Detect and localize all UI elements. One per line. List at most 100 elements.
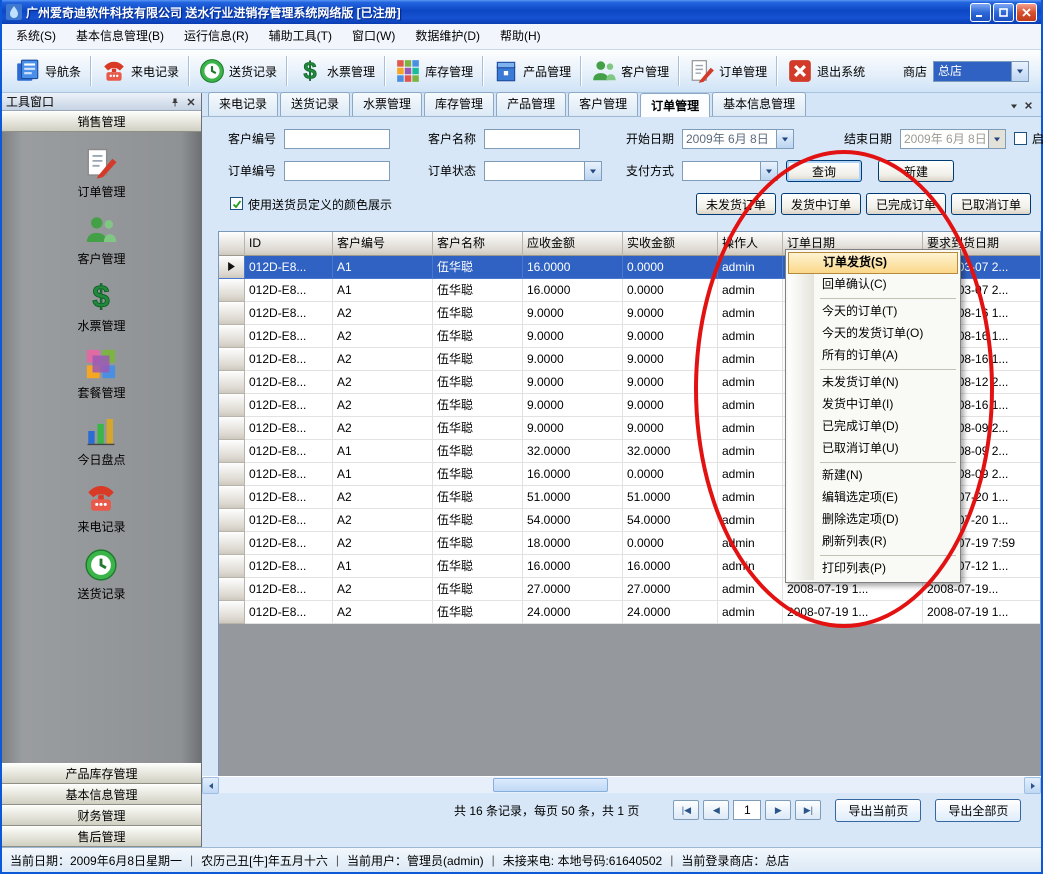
row-selector[interactable] [219, 463, 245, 486]
chevron-down-icon[interactable] [1011, 62, 1028, 81]
last-page-button[interactable]: ▶| [795, 800, 821, 820]
toolbar-button-3[interactable]: 送货记录 [192, 54, 284, 88]
row-selector[interactable] [219, 601, 245, 624]
start-date-picker[interactable]: 2009年 6月 8日 [682, 129, 794, 149]
driver-color-checkbox[interactable] [230, 197, 243, 210]
row-selector[interactable] [219, 440, 245, 463]
grid-column-header-1[interactable]: ID [245, 232, 333, 256]
sidebar-group-4[interactable]: 售后管理 [2, 826, 201, 847]
customer-code-input[interactable] [284, 129, 390, 149]
titlebar[interactable]: 广州爱奇迪软件科技有限公司 送水行业进销存管理系统网络版 [已注册] [2, 0, 1041, 24]
row-selector[interactable] [219, 394, 245, 417]
menubar-item-3[interactable]: 运行信息(R) [174, 24, 259, 49]
sidebar-item-2[interactable]: 客户管理 [77, 213, 125, 267]
context-menu-item-13[interactable]: 新建(N) [788, 465, 958, 487]
toolbar-button-1[interactable]: 导航条 [8, 54, 88, 88]
tab-5[interactable]: 产品管理 [496, 92, 566, 116]
tab-6[interactable]: 客户管理 [568, 92, 638, 116]
status-filter-button-1[interactable]: 未发货订单 [696, 193, 776, 215]
export-current-page-button[interactable]: 导出当前页 [835, 799, 921, 822]
tab-scroll-icon[interactable] [1010, 102, 1018, 113]
horizontal-scrollbar[interactable] [202, 776, 1041, 793]
table-row[interactable]: 012D-E8...A2伍华聪24.000024.0000admin2008-0… [219, 601, 1040, 624]
toolbar-button-8[interactable]: 订单管理 [682, 54, 774, 88]
context-menu-item-6[interactable]: 所有的订单(A) [788, 345, 958, 367]
scrollbar-track[interactable] [219, 777, 1024, 793]
context-menu-item-16[interactable]: 刷新列表(R) [788, 531, 958, 553]
scrollbar-thumb[interactable] [493, 778, 608, 792]
first-page-button[interactable]: |◀ [673, 800, 699, 820]
grid-column-header-2[interactable]: 客户编号 [333, 232, 433, 256]
chevron-down-icon[interactable] [988, 130, 1005, 148]
menubar-item-2[interactable]: 基本信息管理(B) [66, 24, 174, 49]
customer-name-input[interactable] [484, 129, 580, 149]
tab-7[interactable]: 订单管理 [640, 93, 710, 117]
prev-page-button[interactable]: ◀ [703, 800, 729, 820]
toolbar-button-7[interactable]: 客户管理 [584, 54, 676, 88]
payment-select[interactable] [682, 161, 778, 181]
menubar-item-6[interactable]: 数据维护(D) [405, 24, 490, 49]
toolbar-button-9[interactable]: 退出系统 [780, 54, 872, 88]
context-menu-item-2[interactable]: 回单确认(C) [788, 274, 958, 296]
sidebar-item-6[interactable]: 来电记录 [77, 481, 125, 535]
sidebar-item-4[interactable]: 套餐管理 [77, 347, 125, 401]
tab-2[interactable]: 送货记录 [280, 92, 350, 116]
context-menu-item-15[interactable]: 删除选定项(D) [788, 509, 958, 531]
tab-1[interactable]: 来电记录 [208, 92, 278, 116]
tab-8[interactable]: 基本信息管理 [712, 92, 806, 116]
new-button[interactable]: 新建 [878, 160, 954, 182]
toolbar-button-2[interactable]: 来电记录 [94, 54, 186, 88]
menubar-item-7[interactable]: 帮助(H) [490, 24, 551, 49]
scroll-left-icon[interactable] [202, 777, 219, 794]
order-code-input[interactable] [284, 161, 390, 181]
close-button[interactable] [1016, 3, 1037, 22]
grid-column-header-5[interactable]: 实收金额 [623, 232, 718, 256]
sidebar-item-3[interactable]: $水票管理 [77, 280, 125, 334]
sidebar-group-3[interactable]: 财务管理 [2, 805, 201, 826]
status-filter-button-2[interactable]: 发货中订单 [781, 193, 861, 215]
enable-checkbox[interactable] [1014, 132, 1027, 145]
tab-3[interactable]: 水票管理 [352, 92, 422, 116]
context-menu-item-8[interactable]: 未发货订单(N) [788, 372, 958, 394]
menubar-item-5[interactable]: 窗口(W) [342, 24, 405, 49]
context-menu-item-10[interactable]: 已完成订单(D) [788, 416, 958, 438]
end-date-picker[interactable]: 2009年 6月 8日 [900, 129, 1006, 149]
sidebar-group-1[interactable]: 产品库存管理 [2, 763, 201, 784]
sidebar-item-1[interactable]: 订单管理 [77, 146, 125, 200]
row-selector[interactable] [219, 578, 245, 601]
sidebar-item-5[interactable]: 今日盘点 [77, 414, 125, 468]
export-all-pages-button[interactable]: 导出全部页 [935, 799, 1021, 822]
chevron-down-icon[interactable] [760, 162, 777, 180]
toolbar-button-6[interactable]: 产品管理 [486, 54, 578, 88]
row-selector[interactable] [219, 486, 245, 509]
query-button[interactable]: 查询 [786, 160, 862, 182]
status-filter-button-3[interactable]: 已完成订单 [866, 193, 946, 215]
next-page-button[interactable]: ▶ [765, 800, 791, 820]
grid-column-header-4[interactable]: 应收金额 [523, 232, 623, 256]
row-selector[interactable] [219, 417, 245, 440]
page-number-input[interactable] [733, 800, 761, 820]
row-selector[interactable] [219, 532, 245, 555]
chevron-down-icon[interactable] [776, 130, 793, 148]
chevron-down-icon[interactable] [584, 162, 601, 180]
close-panel-icon[interactable] [185, 96, 197, 108]
context-menu-item-14[interactable]: 编辑选定项(E) [788, 487, 958, 509]
row-selector[interactable] [219, 348, 245, 371]
store-select[interactable]: 总店 [933, 61, 1029, 82]
menubar-item-1[interactable]: 系统(S) [6, 24, 66, 49]
minimize-button[interactable] [970, 3, 991, 22]
context-menu-item-9[interactable]: 发货中订单(I) [788, 394, 958, 416]
context-menu-item-5[interactable]: 今天的发货订单(O) [788, 323, 958, 345]
sidebar-group-2[interactable]: 基本信息管理 [2, 784, 201, 805]
row-selector[interactable] [219, 371, 245, 394]
sidebar-item-7[interactable]: 送货记录 [77, 548, 125, 602]
scroll-right-icon[interactable] [1024, 777, 1041, 794]
status-filter-button-4[interactable]: 已取消订单 [951, 193, 1031, 215]
row-selector[interactable] [219, 325, 245, 348]
grid-column-header-6[interactable]: 操作人 [718, 232, 783, 256]
context-menu-item-11[interactable]: 已取消订单(U) [788, 438, 958, 460]
menubar-item-4[interactable]: 辅助工具(T) [259, 24, 342, 49]
row-selector[interactable] [219, 256, 245, 279]
context-menu-item-4[interactable]: 今天的订单(T) [788, 301, 958, 323]
toolbar-button-5[interactable]: 库存管理 [388, 54, 480, 88]
